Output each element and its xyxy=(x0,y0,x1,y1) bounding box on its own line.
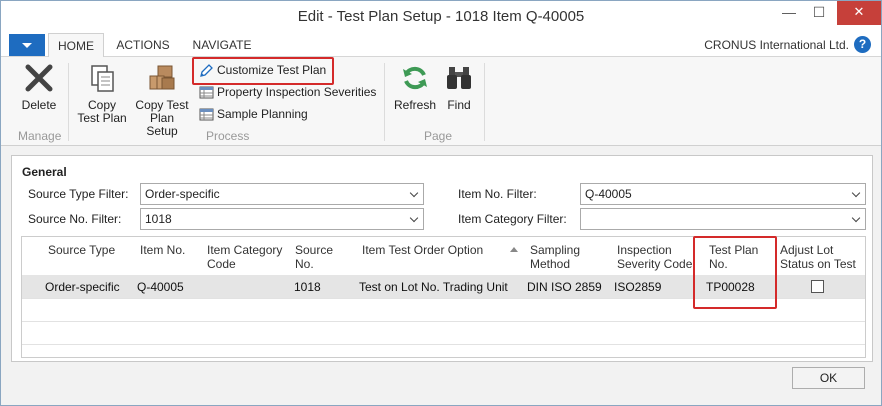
copy-test-plan-setup-button[interactable]: Copy Test Plan Setup xyxy=(131,63,193,138)
column-header-inspection-severity-code[interactable]: Inspection Severity Code xyxy=(617,243,692,271)
help-icon[interactable]: ? xyxy=(854,36,871,53)
refresh-icon xyxy=(403,66,427,90)
source-no-filter-select[interactable]: 1018 xyxy=(140,208,424,230)
column-header-line: Inspection xyxy=(617,243,672,257)
ribbon: Delete Manage Copy Test Plan Copy Test P… xyxy=(1,57,881,146)
column-header-line: Severity Code xyxy=(617,257,693,271)
property-inspection-severities-button[interactable]: Property Inspection Severities xyxy=(197,83,377,102)
sample-planning-label: Sample Planning xyxy=(217,107,308,121)
column-header-item-no[interactable]: Item No. xyxy=(140,243,185,257)
app-menu-button[interactable] xyxy=(9,34,45,56)
adjust-lot-status-checkbox[interactable] xyxy=(811,280,824,293)
item-no-filter-label: Item No. Filter: xyxy=(458,187,537,201)
customize-highlight-box xyxy=(192,57,334,85)
delete-icon xyxy=(25,64,53,92)
column-header-line: No. xyxy=(295,257,314,271)
maximize-icon[interactable]: ☐ xyxy=(805,1,833,25)
row-divider xyxy=(22,321,865,322)
general-section-title: General xyxy=(22,165,67,179)
cell-item-no[interactable]: Q-40005 xyxy=(137,280,184,294)
tab-actions[interactable]: ACTIONS xyxy=(109,33,177,57)
table-list-icon xyxy=(199,108,214,121)
delete-label: Delete xyxy=(21,98,57,112)
source-no-filter-label: Source No. Filter: xyxy=(28,212,122,226)
copy-document-icon xyxy=(91,65,114,92)
sort-ascending-icon xyxy=(510,247,518,252)
item-category-filter-label: Item Category Filter: xyxy=(458,212,567,226)
row-divider xyxy=(22,344,865,345)
cell-sampling-method[interactable]: DIN ISO 2859 xyxy=(527,280,602,294)
cell-source-no[interactable]: 1018 xyxy=(294,280,321,294)
source-type-filter-select[interactable]: Order-specific xyxy=(140,183,424,205)
column-header-item-category-code[interactable]: Item Category Code xyxy=(207,243,282,271)
column-header-sampling-method[interactable]: Sampling Method xyxy=(530,243,580,271)
find-button[interactable]: Find xyxy=(441,63,477,112)
table-list-icon xyxy=(199,86,214,99)
cell-source-type[interactable]: Order-specific xyxy=(45,280,120,294)
title-bar: Edit - Test Plan Setup - 1018 Item Q-400… xyxy=(1,1,881,33)
refresh-label: Refresh xyxy=(393,98,437,112)
minimize-icon[interactable]: — xyxy=(775,1,803,25)
delete-button[interactable]: Delete xyxy=(15,63,63,112)
column-header-adjust-lot-status[interactable]: Adjust Lot Status on Test xyxy=(780,243,856,271)
test-plan-setup-window: Edit - Test Plan Setup - 1018 Item Q-400… xyxy=(0,0,882,406)
binoculars-icon xyxy=(447,67,471,89)
column-header-test-order-option[interactable]: Item Test Order Option xyxy=(362,243,483,257)
column-header-line: Item Category xyxy=(207,243,283,257)
content-panel: General Source Type Filter: Order-specif… xyxy=(11,155,873,362)
ok-button[interactable]: OK xyxy=(792,367,865,389)
sample-planning-button[interactable]: Sample Planning xyxy=(197,105,317,124)
property-inspection-severities-label: Property Inspection Severities xyxy=(217,85,377,99)
column-header-line: Sampling xyxy=(530,243,581,257)
copy-test-plan-label: Copy Test Plan xyxy=(77,98,127,125)
copy-test-plan-setup-label: Copy Test Plan Setup xyxy=(135,98,189,138)
copy-boxes-icon xyxy=(149,65,175,90)
ribbon-separator xyxy=(68,63,69,141)
tab-navigate[interactable]: NAVIGATE xyxy=(183,33,261,57)
group-label-manage: Manage xyxy=(18,129,62,143)
column-header-line: Code xyxy=(207,257,236,271)
tab-home[interactable]: HOME xyxy=(48,33,104,57)
test-plan-no-highlight-box xyxy=(693,236,777,309)
company-name: CRONUS International Ltd. xyxy=(704,38,849,52)
column-header-line: Status on Test xyxy=(780,257,856,271)
source-type-filter-label: Source Type Filter: xyxy=(28,187,129,201)
ribbon-separator xyxy=(484,63,485,141)
find-label: Find xyxy=(447,98,471,112)
ribbon-separator xyxy=(384,63,385,141)
item-no-filter-select[interactable]: Q-40005 xyxy=(580,183,866,205)
cell-test-order-option[interactable]: Test on Lot No. Trading Unit xyxy=(359,280,508,294)
column-header-line: Adjust Lot xyxy=(780,243,834,257)
column-header-line: Method xyxy=(530,257,571,271)
item-category-filter-select[interactable] xyxy=(580,208,866,230)
refresh-button[interactable]: Refresh xyxy=(391,63,439,112)
column-header-source-type[interactable]: Source Type xyxy=(48,243,115,257)
menu-bar: HOME ACTIONS NAVIGATE CRONUS Internation… xyxy=(1,33,881,57)
window-title: Edit - Test Plan Setup - 1018 Item Q-400… xyxy=(297,8,585,25)
column-header-source-no[interactable]: Source No. xyxy=(295,243,333,271)
copy-test-plan-button[interactable]: Copy Test Plan xyxy=(74,63,130,125)
cell-inspection-severity-code[interactable]: ISO2859 xyxy=(614,280,661,294)
close-icon[interactable]: ✕ xyxy=(837,1,881,25)
group-label-process: Process xyxy=(206,129,250,143)
group-label-page: Page xyxy=(424,129,453,143)
column-header-line: Source xyxy=(295,243,334,257)
